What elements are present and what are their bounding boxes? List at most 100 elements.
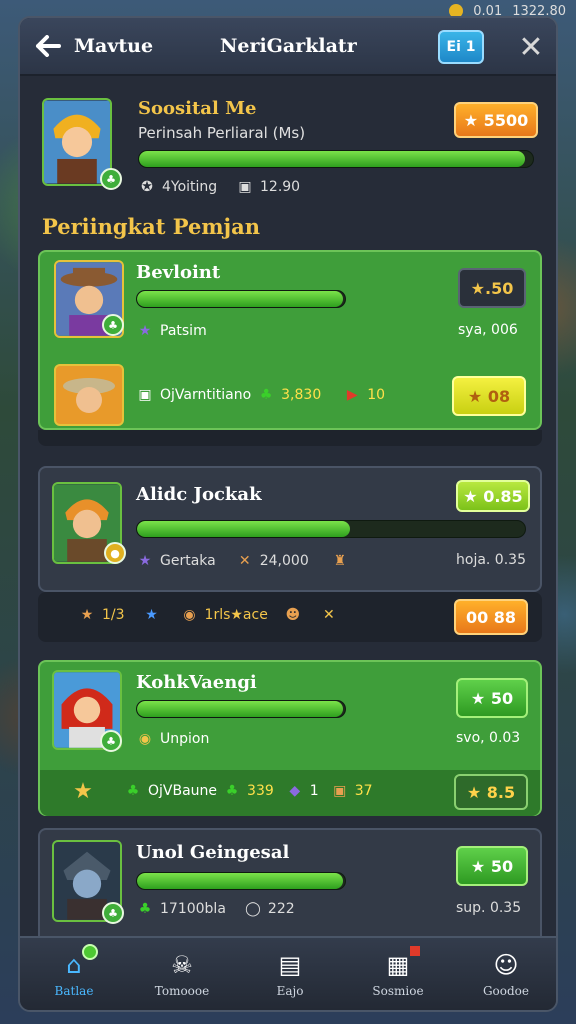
compass-icon: ✪ [141, 179, 153, 195]
nav-item-eajo[interactable]: ▤ Eajo [240, 950, 340, 998]
barrel-icon: ▣ [333, 783, 347, 799]
my-score: ★ 5500 [463, 110, 529, 130]
player-2-right-value-text: hoja. 0.35 [456, 552, 526, 568]
player-2-rank: ★ Gertaka ✕ 24,000 ♜ [136, 552, 349, 570]
player-4-stat-2: 222 [267, 901, 295, 917]
player-3-rank-label: Unpion [160, 731, 210, 747]
star-icon: ★ [138, 553, 152, 569]
profile-icon: ☺ [493, 951, 519, 979]
player-2-right-value: hoja. 0.35 [456, 552, 526, 568]
section-title: Periingkat Pemjan [42, 214, 261, 239]
player-2-name: Alidc Jockak [136, 484, 262, 505]
player-2-score-button[interactable]: ★ 0.85 [456, 480, 530, 512]
clover-icon: ♣ [126, 783, 140, 799]
player-3-right-value-text: svo, 0.03 [456, 730, 521, 746]
nav-label-1: Batlae [54, 984, 94, 998]
coin-icon: ● [110, 546, 120, 560]
player-3-action-button[interactable]: ★ 8.5 [454, 774, 528, 810]
player-1-sub-value-2: 10 [367, 387, 386, 403]
nav-label-2: Tomoooe [154, 984, 210, 998]
hero-portrait-icon [44, 100, 110, 184]
mask-icon: ☻ [285, 607, 301, 623]
player-4-name: Unol Geingesal [136, 842, 290, 863]
chest-icon: ▣ [238, 179, 252, 195]
player-2-sub-label-2: 1rls★ace [204, 607, 268, 623]
player-2-sub-row: ★ 1/3 ★ ◉ 1rls★ace ☻ ✕ 00 88 [38, 592, 542, 642]
player-2-rank-label: Gertaka [160, 553, 216, 569]
header-bar: Mavtue NeriGarklatr Ei 1 ✕ [20, 18, 556, 76]
player-row-3[interactable]: ♣ KohkVaengi ★ 50 ◉ Unpion svo, 0.03 ★ ♣… [38, 660, 542, 816]
nav-item-goodoe[interactable]: ☺ Goodoe [456, 950, 556, 998]
swords-icon: ✕ [238, 553, 251, 569]
nav-label-5: Goodoe [482, 984, 530, 998]
player-1-sub-stats: ▣ OjVarntitiano ♣ 3,830 ▶ 10 [136, 386, 385, 404]
player-4-stats: ♣ 17100bla ◯ 222 [136, 900, 295, 918]
notification-dot [82, 944, 98, 960]
nav-label-4: Sosmioe [372, 984, 424, 998]
shield-icon: ◉ [183, 607, 196, 623]
player-2-action-button[interactable]: 00 88 [454, 599, 528, 635]
bottom-nav: ⌂ Batlae ☠ Tomoooe ▤ Eajo ▦ Sosmioe ☺ Go… [20, 936, 556, 1010]
player-1-score-button[interactable]: ★.50 [458, 268, 526, 308]
clover-icon: ♣ [138, 901, 152, 917]
player-3-name: KohkVaengi [136, 672, 257, 693]
player-2-action-label: 00 88 [465, 607, 517, 627]
close-button[interactable]: ✕ [514, 29, 548, 65]
page-title: NeriGarklatr [220, 35, 357, 57]
player-row-2[interactable]: ● Alidc Jockak ★ 0.85 ★ Gertaka ✕ 24,000… [38, 466, 542, 592]
star-icon: ★ [73, 778, 93, 804]
leaf-icon: ♣ [108, 906, 118, 920]
player-2-score: ★ 0.85 [463, 486, 523, 506]
arrow-left-icon [36, 35, 61, 57]
alert-flag-icon [410, 946, 420, 956]
player-3-sub-row: ★ ♣ OjVBaune ♣ 339 ◆ 1 ▣ 37 ★ 8.5 [40, 770, 540, 816]
player-4-right-value: sup. 0.35 [456, 900, 521, 916]
badge-icon: ▣ [138, 387, 152, 403]
player-1-rank-label: Patsim [160, 323, 207, 339]
player-1-score: ★.50 [470, 278, 514, 298]
my-rank-card: ♣ Soosital Me Perinsah Perliaral (Ms) ★ … [40, 98, 540, 208]
player-1-action-button[interactable]: ★ 08 [452, 376, 526, 416]
player-4-stat-1: 17100bla [160, 901, 226, 917]
nav-item-tomoooe[interactable]: ☠ Tomoooe [132, 950, 232, 998]
clover-icon: ♣ [259, 387, 273, 403]
clover-icon: ♣ [225, 783, 239, 799]
my-stat-1: ✪ 4Yoiting [138, 178, 217, 196]
badge-icon: ★ [80, 607, 94, 623]
explorer-portrait-icon [63, 378, 115, 413]
nav-item-sosmioe[interactable]: ▦ Sosmioe [348, 946, 448, 998]
my-score-button[interactable]: ★ 5500 [454, 102, 538, 138]
my-level-badge: ♣ [100, 168, 122, 190]
my-stat-1-label: 4Yoiting [162, 179, 218, 195]
my-progress-bar [138, 150, 534, 168]
player-2-progress-bar [136, 520, 526, 538]
player-1-right-value-text: sya, 006 [458, 322, 518, 338]
player-3-badge: ♣ [100, 730, 122, 752]
nav-label-3: Eajo [276, 984, 304, 998]
close-icon: ✕ [518, 29, 544, 65]
player-4-score-button[interactable]: ★ 50 [456, 846, 528, 886]
player-3-action-label: ★ 8.5 [466, 782, 516, 802]
player-4-badge: ♣ [102, 902, 124, 924]
nav-item-batlae[interactable]: ⌂ Batlae [24, 944, 124, 998]
player-1-sub-avatar [54, 364, 124, 426]
player-1-footer-strip [38, 430, 542, 446]
player-1-action-label: ★ 08 [467, 386, 511, 406]
map-icon: ▤ [278, 951, 302, 979]
player-2-progress-fill [137, 521, 351, 537]
info-button[interactable]: Ei 1 [438, 30, 484, 64]
sword-icon: ✕ [322, 607, 335, 623]
player-4-progress-bar [136, 872, 346, 890]
player-1-rank: ★ Patsim [136, 322, 207, 340]
player-3-sub-stats: ★ ♣ OjVBaune ♣ 339 ◆ 1 ▣ 37 [73, 778, 372, 804]
player-3-progress-fill [137, 701, 343, 717]
back-label: Mavtue [74, 35, 154, 57]
player-row-4[interactable]: ♣ Unol Geingesal ★ 50 ♣ 17100bla ◯ 222 s… [38, 828, 542, 946]
my-subtitle: Perinsah Perliaral (Ms) [138, 124, 306, 142]
player-2-sub-stats: ★ 1/3 ★ ◉ 1rls★ace ☻ ✕ [78, 606, 338, 624]
player-row-1[interactable]: ♣ Bevloint ★.50 ★ Patsim sya, 006 ▣ OjVa… [38, 250, 542, 430]
player-4-right-value-text: sup. 0.35 [456, 900, 522, 916]
player-2-sub-label-1: 1/3 [102, 607, 125, 623]
back-button[interactable] [32, 30, 64, 62]
player-3-score-button[interactable]: ★ 50 [456, 678, 528, 718]
